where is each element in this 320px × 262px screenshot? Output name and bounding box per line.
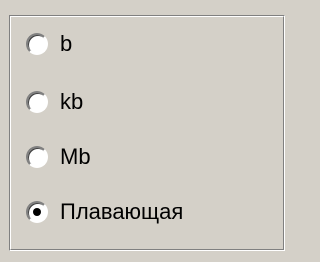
unit-option-b[interactable]: b	[26, 28, 72, 60]
radio-button-icon[interactable]	[26, 33, 48, 55]
radio-button-icon[interactable]	[26, 91, 48, 113]
radio-button-selected-icon[interactable]	[26, 201, 48, 223]
unit-option-kb[interactable]: kb	[26, 86, 83, 118]
unit-option-floating[interactable]: Плавающая	[26, 196, 183, 228]
radio-button-icon[interactable]	[26, 146, 48, 168]
unit-option-label: b	[60, 31, 73, 56]
unit-option-mb[interactable]: Mb	[26, 141, 91, 173]
unit-option-label: Mb	[60, 144, 91, 169]
unit-option-label: Плавающая	[60, 199, 184, 224]
unit-option-label: kb	[60, 89, 84, 114]
radio-selected-dot-icon	[33, 208, 41, 216]
